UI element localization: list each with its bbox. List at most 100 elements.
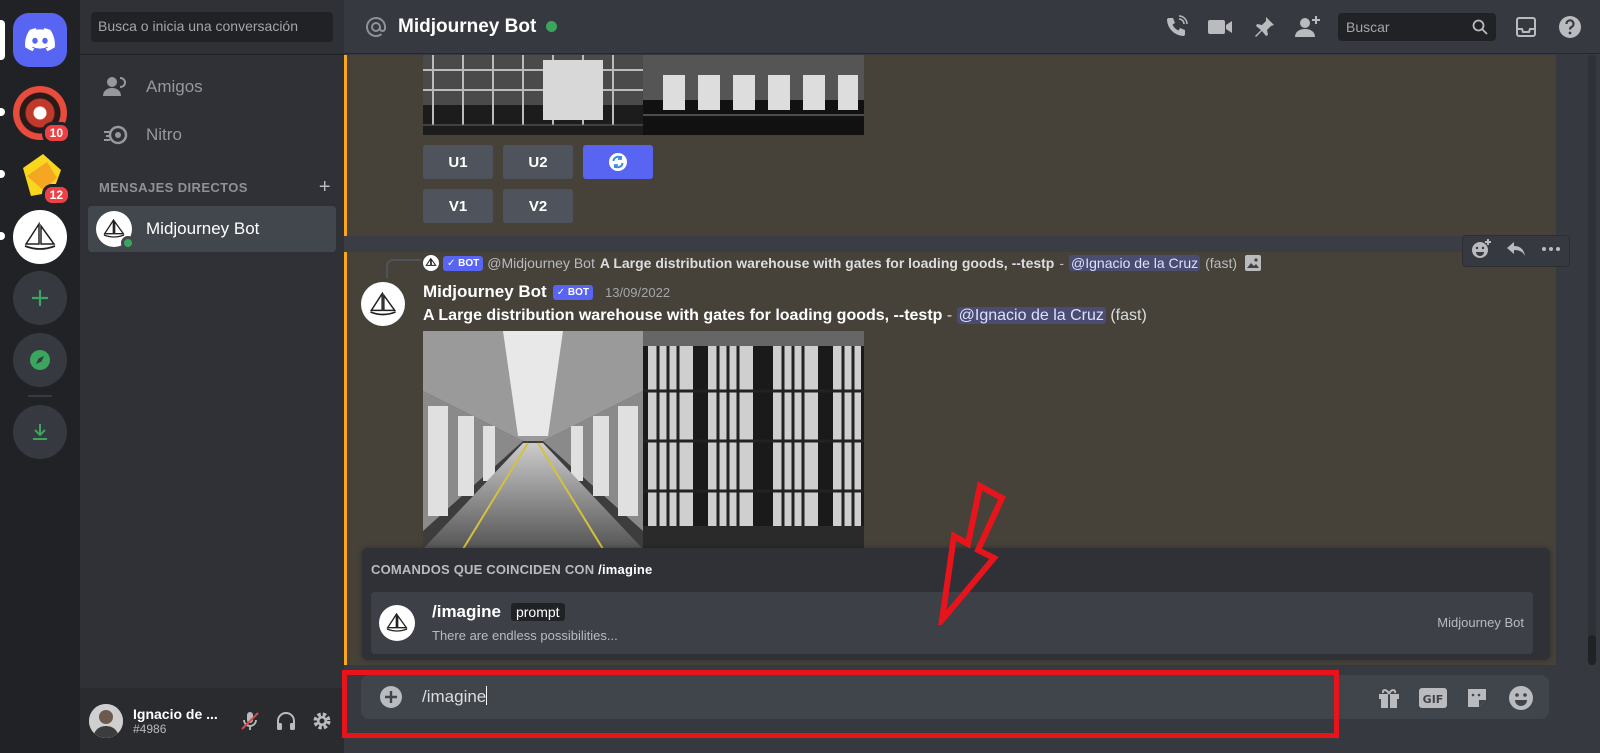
dm-item-midjourney[interactable]: Midjourney Bot xyxy=(88,206,336,252)
command-description: There are endless possibilities... xyxy=(432,628,618,643)
help-icon xyxy=(1559,16,1581,38)
message-mode: (fast) xyxy=(1110,307,1147,324)
dm-section-header: MENSAJES DIRECTOS + xyxy=(99,177,331,197)
microphone-muted-icon xyxy=(241,711,259,730)
warehouse-gates-image xyxy=(643,331,864,549)
at-icon xyxy=(366,16,386,37)
unread-pill xyxy=(0,232,5,240)
pinned-messages-button[interactable] xyxy=(1250,13,1278,41)
gift-button[interactable] xyxy=(1375,684,1403,712)
reply-prompt: A Large distribution warehouse with gate… xyxy=(599,255,1055,271)
command-name: /imagine xyxy=(432,602,501,621)
annotation-highlight-box xyxy=(342,670,1339,738)
image-grid-previous[interactable] xyxy=(423,55,864,135)
warehouse-image xyxy=(643,55,864,135)
sticker-button[interactable] xyxy=(1463,684,1491,712)
gift-icon xyxy=(1379,689,1399,708)
reply-button[interactable] xyxy=(1505,238,1527,265)
command-avatar xyxy=(379,605,415,641)
scrollbar-track[interactable] xyxy=(1588,55,1596,665)
more-options-button[interactable] xyxy=(1540,238,1562,265)
add-reaction-button[interactable] xyxy=(1470,238,1492,265)
svg-text:GIF: GIF xyxy=(1423,693,1444,706)
server-eye[interactable]: 10 xyxy=(13,86,71,144)
user-avatar[interactable] xyxy=(89,703,123,738)
dm-item-name: Midjourney Bot xyxy=(146,219,260,238)
bot-tag: ✓ BOT xyxy=(443,255,484,271)
nav-label: Nitro xyxy=(146,125,182,144)
upscale-2-button[interactable]: U2 xyxy=(503,145,573,179)
message-separator: - xyxy=(946,307,953,324)
reply-preview[interactable]: ✓ BOT @Midjourney Bot A Large distributi… xyxy=(423,255,1261,271)
channel-title: Midjourney Bot xyxy=(398,15,537,37)
inbox-button[interactable] xyxy=(1512,13,1540,41)
variation-2-button[interactable]: V2 xyxy=(503,189,573,223)
plus-icon xyxy=(32,290,48,306)
ellipsis-icon xyxy=(1542,246,1561,251)
reroll-button[interactable] xyxy=(583,145,653,179)
variation-1-button[interactable]: V1 xyxy=(423,189,493,223)
user-info[interactable]: Ignacio de ... #4986 xyxy=(133,706,229,736)
dm-search-input[interactable]: Busca o inicia una conversación xyxy=(91,12,333,42)
dm-sidebar: Busca o inicia una conversación Amigos N… xyxy=(80,0,344,753)
bot-tag: ✓ BOT xyxy=(552,284,593,300)
discord-logo-icon xyxy=(25,28,55,52)
command-source: Midjourney Bot xyxy=(1437,615,1524,630)
mute-button[interactable] xyxy=(237,708,263,734)
emoji-button[interactable] xyxy=(1507,684,1535,712)
reply-spine xyxy=(386,259,421,278)
online-status-dot xyxy=(121,236,135,250)
midjourney-boat-icon xyxy=(103,219,125,238)
message-actions-bar xyxy=(1462,235,1570,267)
search-icon xyxy=(1472,19,1488,35)
reply-mention[interactable]: @Ignacio de la Cruz xyxy=(1069,255,1201,271)
nav-label: Amigos xyxy=(146,77,203,96)
server-yellow[interactable]: 12 xyxy=(13,148,71,206)
nav-friends[interactable]: Amigos xyxy=(88,65,336,109)
scrollbar-thumb[interactable] xyxy=(1588,635,1596,665)
start-video-button[interactable] xyxy=(1206,13,1234,41)
midjourney-boat-icon xyxy=(24,222,56,250)
home-button[interactable] xyxy=(13,13,67,67)
help-button[interactable] xyxy=(1556,13,1584,41)
friends-icon xyxy=(102,73,130,101)
compass-icon xyxy=(30,350,50,370)
reply-avatar xyxy=(423,255,439,271)
upscale-1-button[interactable]: U1 xyxy=(423,145,493,179)
emoji-add-icon xyxy=(1471,238,1491,258)
image-grid-current[interactable] xyxy=(423,331,864,549)
reply-icon xyxy=(1506,241,1525,256)
unread-pill xyxy=(0,108,5,116)
sticker-icon xyxy=(1468,689,1486,707)
reply-author[interactable]: @Midjourney Bot xyxy=(487,255,595,271)
emoji-icon xyxy=(1509,686,1533,710)
command-option-tag: prompt xyxy=(510,603,565,621)
message-mention[interactable]: @Ignacio de la Cruz xyxy=(956,307,1106,324)
create-dm-button[interactable]: + xyxy=(319,177,331,197)
divider xyxy=(80,54,344,55)
user-tag: #4986 xyxy=(133,721,167,736)
explore-servers-button[interactable] xyxy=(13,333,67,387)
add-friends-to-dm-button[interactable] xyxy=(1294,13,1322,41)
deafen-button[interactable] xyxy=(273,708,299,734)
server-badge: 10 xyxy=(41,122,71,144)
reply-mode: (fast) xyxy=(1205,255,1237,271)
video-camera-icon xyxy=(1208,20,1232,34)
gif-button[interactable]: GIF xyxy=(1419,684,1447,712)
server-rail: 10 12 xyxy=(0,0,80,753)
start-call-button[interactable] xyxy=(1162,13,1190,41)
download-apps-button[interactable] xyxy=(13,405,67,459)
image-icon xyxy=(1245,255,1261,271)
user-settings-button[interactable] xyxy=(309,708,335,734)
server-midjourney[interactable] xyxy=(13,210,67,264)
message-avatar[interactable] xyxy=(361,282,405,326)
gif-icon: GIF xyxy=(1419,688,1447,708)
warehouse-image xyxy=(423,55,643,135)
message-author[interactable]: Midjourney Bot xyxy=(423,282,547,302)
add-server-button[interactable] xyxy=(13,271,67,325)
header-search-input[interactable]: Buscar xyxy=(1338,13,1496,41)
message-prompt: A Large distribution warehouse with gate… xyxy=(423,307,943,324)
inbox-icon xyxy=(1516,17,1536,37)
nav-nitro[interactable]: Nitro xyxy=(88,113,336,157)
warehouse-aisle-image xyxy=(423,331,643,549)
